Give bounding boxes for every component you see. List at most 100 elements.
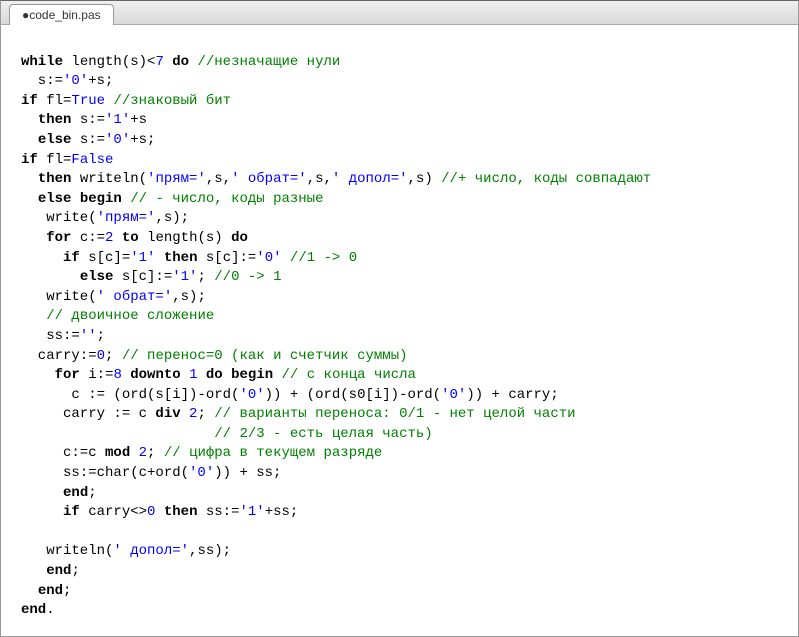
code-line: ss:='';: [21, 327, 798, 347]
token-plain: [21, 583, 38, 599]
token-plain: write(: [21, 289, 97, 305]
token-plain: ,s): [408, 171, 442, 187]
token-plain: [181, 406, 189, 422]
token-kw: end: [21, 602, 46, 618]
token-kw: end: [63, 485, 88, 501]
token-plain: )) + ss;: [214, 465, 281, 481]
token-plain: i:=: [80, 367, 114, 383]
token-str: ' допол=': [113, 543, 189, 559]
code-line: write(' обрат=',s);: [21, 288, 798, 308]
token-kw: if: [21, 152, 38, 168]
token-plain: [21, 171, 38, 187]
code-line: for c:=2 to length(s) do: [21, 229, 798, 249]
token-plain: [155, 504, 163, 520]
token-kw: else: [38, 191, 72, 207]
token-kw: begin: [80, 191, 122, 207]
token-kw: do: [172, 54, 189, 70]
token-plain: ss:=char(c+ord(: [21, 465, 189, 481]
code-editor[interactable]: while length(s)<7 do //незначащие нули s…: [1, 25, 798, 636]
token-cm: // варианты переноса: 0/1 - нет целой ча…: [214, 406, 575, 422]
token-kw: downto: [130, 367, 180, 383]
token-cm: // с конца числа: [282, 367, 416, 383]
token-kw: div: [155, 406, 180, 422]
token-cm: //незначащие нули: [197, 54, 340, 70]
token-str: '0': [239, 387, 264, 403]
code-line: for i:=8 downto 1 do begin // с конца чи…: [21, 366, 798, 386]
code-line: [21, 33, 798, 53]
token-kw: else: [80, 269, 114, 285]
code-line: else s:='0'+s;: [21, 131, 798, 151]
token-plain: .: [46, 602, 54, 618]
token-plain: ,s,: [307, 171, 332, 187]
code-line: writeln(' допол=',ss);: [21, 542, 798, 562]
token-plain: [21, 269, 80, 285]
code-line: c:=c mod 2; // цифра в текущем разряде: [21, 444, 798, 464]
token-plain: ,s);: [172, 289, 206, 305]
code-line: s:='0'+s;: [21, 72, 798, 92]
token-plain: [21, 230, 46, 246]
tab-title: ●code_bin.pas: [22, 8, 101, 22]
token-plain: carry:=: [21, 348, 97, 364]
token-kw: end: [46, 563, 71, 579]
token-cm: // - число, коды разные: [130, 191, 323, 207]
token-plain: [197, 367, 205, 383]
token-plain: [155, 250, 163, 266]
token-plain: ss:=: [21, 328, 80, 344]
code-line: if fl=True //знаковый бит: [21, 92, 798, 112]
token-cm: //+ число, коды совпадают: [441, 171, 651, 187]
code-line: while length(s)<7 do //незначащие нули: [21, 53, 798, 73]
token-kw: then: [38, 171, 72, 187]
code-line: [21, 523, 798, 543]
token-cm: //1 -> 0: [290, 250, 357, 266]
token-plain: writeln(: [21, 543, 113, 559]
token-plain: ss:=: [197, 504, 239, 520]
token-plain: ;: [63, 583, 71, 599]
token-plain: writeln(: [71, 171, 147, 187]
token-str: '': [80, 328, 97, 344]
code-line: c := (ord(s[i])-ord('0')) + (ord(s0[i])-…: [21, 386, 798, 406]
tab-bar: ●code_bin.pas: [1, 1, 798, 25]
token-str: '1': [105, 112, 130, 128]
token-cm: // двоичное сложение: [46, 308, 214, 324]
token-kw: then: [164, 250, 198, 266]
editor-window: ●code_bin.pas while length(s)<7 do //нез…: [0, 0, 799, 637]
token-kw: begin: [231, 367, 273, 383]
code-line: end;: [21, 484, 798, 504]
token-plain: ;: [88, 485, 96, 501]
token-plain: fl=: [38, 93, 72, 109]
token-kw: to: [122, 230, 139, 246]
code-line: end.: [21, 601, 798, 621]
token-plain: ;: [71, 563, 79, 579]
token-str: '0': [441, 387, 466, 403]
token-plain: )) + carry;: [466, 387, 558, 403]
token-num: 8: [113, 367, 121, 383]
token-plain: [181, 367, 189, 383]
token-plain: s:=: [21, 73, 63, 89]
token-plain: [21, 485, 63, 501]
token-kw: while: [21, 54, 63, 70]
code-line: if s[c]='1' then s[c]:='0' //1 -> 0: [21, 249, 798, 269]
token-cm: //0 -> 1: [214, 269, 281, 285]
token-str: '1': [239, 504, 264, 520]
token-plain: ;: [197, 406, 214, 422]
token-kw: if: [21, 93, 38, 109]
token-plain: [21, 308, 46, 324]
token-plain: ;: [197, 269, 214, 285]
token-cm: //знаковый бит: [113, 93, 231, 109]
token-plain: write(: [21, 210, 97, 226]
token-str: '0': [105, 132, 130, 148]
token-plain: s[c]:=: [197, 250, 256, 266]
code-line: if fl=False: [21, 151, 798, 171]
tab-code-bin[interactable]: ●code_bin.pas: [9, 4, 114, 25]
token-str: '0': [189, 465, 214, 481]
token-plain: c:=c: [21, 445, 105, 461]
token-str: ' обрат=': [97, 289, 173, 305]
token-plain: +s;: [88, 73, 113, 89]
token-plain: ,ss);: [189, 543, 231, 559]
code-line: then s:='1'+s: [21, 111, 798, 131]
token-plain: ;: [105, 348, 122, 364]
token-plain: [21, 504, 63, 520]
token-kw: if: [63, 250, 80, 266]
token-plain: length(s): [139, 230, 231, 246]
code-line: else s[c]:='1'; //0 -> 1: [21, 268, 798, 288]
